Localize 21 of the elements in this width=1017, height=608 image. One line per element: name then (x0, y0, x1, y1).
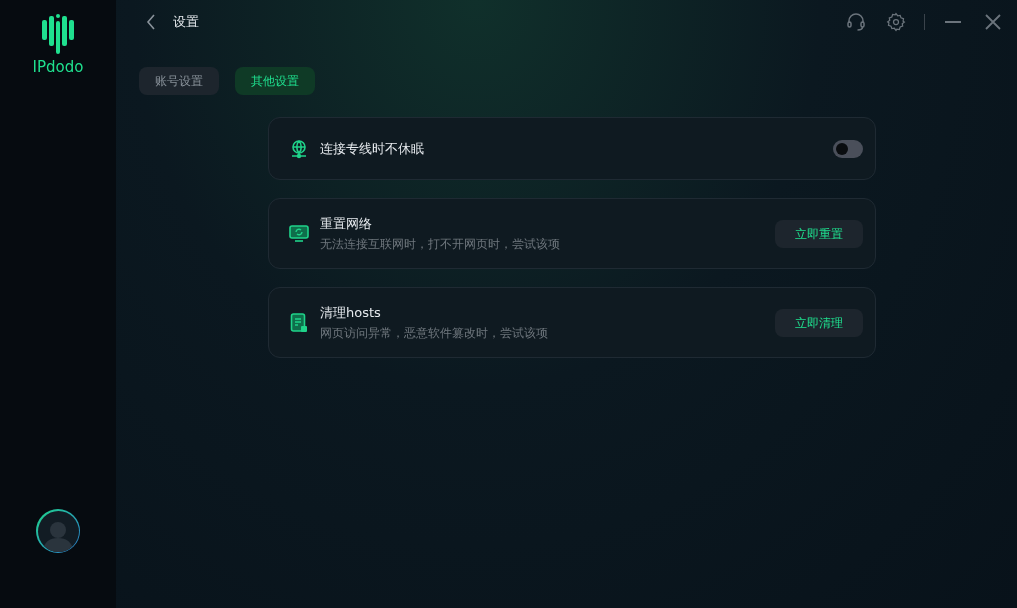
logo-icon (41, 14, 75, 54)
globe-icon (290, 138, 308, 159)
page-title: 设置 (173, 13, 199, 32)
setting-title: 重置网络 (320, 214, 373, 233)
headset-icon[interactable] (846, 12, 866, 32)
avatar[interactable] (36, 509, 80, 553)
monitor-icon (289, 224, 309, 243)
document-icon (290, 312, 308, 333)
close-icon[interactable] (985, 14, 1001, 30)
setting-title: 清理hosts (320, 303, 382, 322)
setting-description: 网页访问异常，恶意软件篡改时，尝试该项 (320, 325, 549, 343)
action-button[interactable]: 立即清理 (775, 308, 863, 337)
logo-text: IPdodo (32, 57, 84, 78)
tab[interactable]: 账号设置 (139, 67, 219, 95)
settings-icon[interactable] (886, 12, 906, 32)
toggle-switch[interactable] (833, 139, 863, 158)
setting-title: 连接专线时不休眠 (320, 139, 425, 158)
setting-description: 无法连接互联网时，打不开网页时，尝试该项 (320, 236, 561, 254)
action-button[interactable]: 立即重置 (775, 219, 863, 248)
tab[interactable]: 其他设置 (235, 67, 315, 95)
back-icon[interactable] (146, 14, 156, 30)
